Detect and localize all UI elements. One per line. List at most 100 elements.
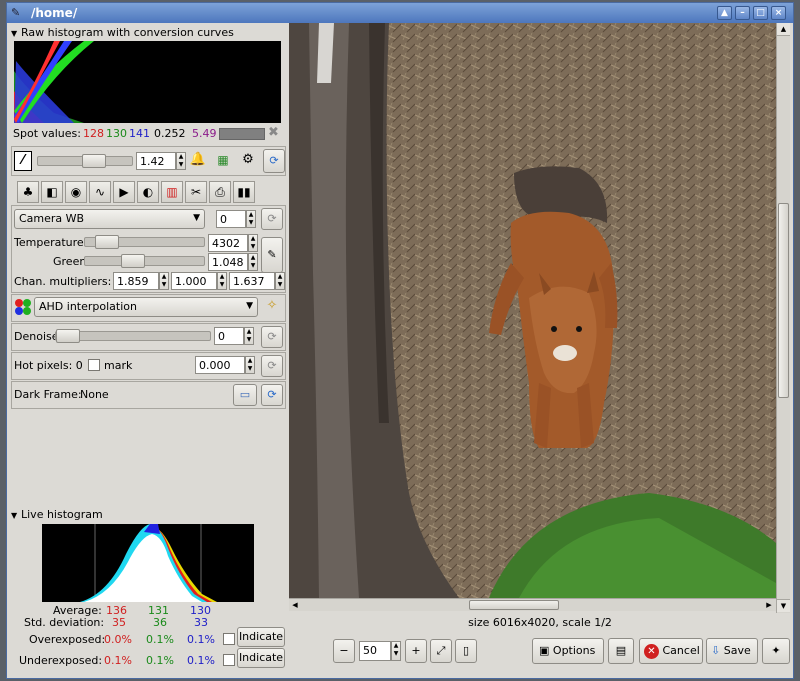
horizontal-scrollbar[interactable]: ◀ ▶ (289, 598, 776, 611)
tab-raw-settings[interactable]: ♣ (17, 181, 39, 203)
options-button[interactable]: ▣ Options (532, 638, 604, 664)
denoise-slider[interactable] (55, 329, 211, 343)
cancel-button[interactable]: ✕ Cancel (639, 638, 703, 664)
auto-exposure-icon[interactable]: 🔔 (189, 151, 207, 169)
horizontal-scroll-thumb[interactable] (469, 600, 559, 610)
tab-base-curve[interactable]: ∿ (89, 181, 111, 203)
wb-fine-tune-spin-arrows[interactable]: ▲ ▼ (246, 210, 256, 228)
zoom-spin-arrows[interactable]: ▲ ▼ (391, 641, 401, 661)
reset-dark-frame-button[interactable]: ⟳ (261, 384, 283, 406)
raw-histogram-header[interactable]: ▼ Raw histogram with conversion curves (11, 26, 286, 40)
tab-save[interactable]: ⎙ (209, 181, 231, 203)
cancel-icon: ✕ (644, 644, 659, 659)
interpolation-select[interactable]: AHD interpolation ▼ (34, 297, 258, 317)
window-title: /home/ (31, 6, 78, 20)
broom-icon[interactable]: ✧ (262, 297, 282, 315)
zoom-100-button[interactable]: ▯ (455, 639, 477, 663)
minimize-button[interactable]: – (735, 6, 750, 20)
reset-hot-pixels-button[interactable]: ⟳ (261, 355, 283, 377)
tab-crop[interactable]: ✂ (185, 181, 207, 203)
underexposed-indicate-button[interactable]: Indicate (237, 648, 285, 668)
scroll-up-button[interactable]: ▲ (777, 23, 790, 36)
maximize-button[interactable]: □ (753, 6, 768, 20)
overexposed-green: 0.1% (146, 633, 174, 646)
temperature-spin-arrows[interactable]: ▲ ▼ (248, 234, 258, 252)
close-spot-icon[interactable]: ✖ (268, 124, 279, 142)
interpolation-icon (15, 299, 31, 315)
status-text: size 6016x4020, scale 1/2 (468, 616, 612, 629)
mark-hot-pixels-checkbox[interactable] (88, 359, 100, 371)
delete-button[interactable]: ▤ (608, 638, 634, 664)
exposure-spin-arrows[interactable]: ▲ ▼ (176, 152, 186, 170)
live-histogram (42, 524, 254, 602)
overexposed-blue: 0.1% (187, 633, 215, 646)
exposure-slider-handle[interactable] (82, 154, 106, 168)
white-balance-select[interactable]: Camera WB ▼ (14, 209, 205, 229)
chan-multiplier-red-input[interactable]: 1.859 (113, 272, 159, 290)
reset-wb-button[interactable]: ⟳ (261, 208, 283, 230)
zoom-input[interactable]: 50 (359, 641, 391, 661)
vertical-scroll-thumb[interactable] (778, 203, 789, 398)
tab-color[interactable]: ▥ (161, 181, 183, 203)
load-dark-frame-button[interactable]: ▭ (233, 384, 257, 406)
tab-exif[interactable]: ▮▮ (233, 181, 255, 203)
dark-frame-value: None (80, 388, 109, 401)
chan-multiplier-blue-input[interactable]: 1.637 (229, 272, 275, 290)
tab-lens[interactable]: ◉ (65, 181, 87, 203)
reset-denoise-button[interactable]: ⟳ (261, 326, 283, 348)
underexposed-green: 0.1% (146, 654, 174, 667)
chan-red-spin-arrows[interactable]: ▲ ▼ (159, 272, 169, 290)
exposure-slider[interactable] (37, 154, 133, 168)
temperature-slider-handle[interactable] (95, 235, 119, 249)
scroll-down-button[interactable]: ▼ (777, 599, 790, 612)
chan-multiplier-green-input[interactable]: 1.000 (171, 272, 217, 290)
shade-button[interactable]: ▲ (717, 6, 732, 20)
send-to-gimp-button[interactable]: ✦ (762, 638, 790, 664)
spot-wb-button[interactable]: ✎ (261, 237, 283, 273)
options-icon: ▣ (539, 644, 550, 657)
restore-details-icon[interactable]: ▦ (214, 151, 232, 169)
exposure-input[interactable]: 1.42 (136, 152, 176, 170)
denoise-input[interactable]: 0 (214, 327, 244, 345)
tab-correct-luminosity[interactable]: ◐ (137, 181, 159, 203)
spot-green-value: 130 (106, 127, 127, 140)
temperature-slider[interactable] (84, 235, 205, 249)
chan-green-spin-arrows[interactable]: ▲ ▼ (217, 272, 227, 290)
tab-light[interactable]: ◧ (41, 181, 63, 203)
zoom-in-icon: + (411, 644, 421, 657)
trash-icon: ▤ (615, 644, 627, 657)
save-button[interactable]: ⇩ Save (706, 638, 758, 664)
vertical-scrollbar[interactable]: ▲ ▼ (776, 23, 790, 613)
eyedropper-icon: ✎ (267, 248, 277, 261)
close-button[interactable]: × (771, 6, 786, 20)
chan-blue-spin-arrows[interactable]: ▲ ▼ (275, 272, 285, 290)
scroll-left-button[interactable]: ◀ (289, 599, 301, 611)
title-bar[interactable]: ✎ /home/ ▲ – □ × (7, 3, 793, 23)
gimp-icon: ✦ (771, 644, 781, 657)
green-slider[interactable] (84, 254, 205, 268)
green-spin-arrows[interactable]: ▲ ▼ (248, 253, 258, 271)
temperature-input[interactable]: 4302 (208, 234, 248, 252)
wb-fine-tune-input[interactable]: 0 (216, 210, 246, 228)
green-slider-handle[interactable] (121, 254, 145, 268)
image-preview[interactable] (289, 23, 776, 598)
zoom-fit-button[interactable]: ⤢ (430, 639, 452, 663)
scroll-right-button[interactable]: ▶ (763, 599, 775, 611)
hot-pixels-input[interactable]: 0.000 (195, 356, 245, 374)
overexposed-indicate-button[interactable]: Indicate (237, 627, 285, 647)
tab-color-management[interactable]: ▶ (113, 181, 135, 203)
hot-pixels-spin-arrows[interactable]: ▲ ▼ (245, 356, 255, 374)
spot-luminosity-value: 0.252 (154, 127, 186, 140)
chevron-down-icon: ▼ (246, 301, 253, 311)
denoise-spin-arrows[interactable]: ▲ ▼ (244, 327, 254, 345)
clip-highlights-icon[interactable]: ⚙ (239, 151, 257, 169)
green-input[interactable]: 1.048 (208, 253, 248, 271)
denoise-slider-handle[interactable] (56, 329, 80, 343)
live-histogram-header[interactable]: ▼ Live histogram (11, 508, 286, 522)
underexposed-checkbox[interactable] (223, 654, 235, 666)
underexposed-blue: 0.1% (187, 654, 215, 667)
zoom-out-button[interactable]: − (333, 639, 355, 663)
reset-exposure-button[interactable]: ⟳ (263, 149, 285, 173)
zoom-in-button[interactable]: + (405, 639, 427, 663)
overexposed-checkbox[interactable] (223, 633, 235, 645)
